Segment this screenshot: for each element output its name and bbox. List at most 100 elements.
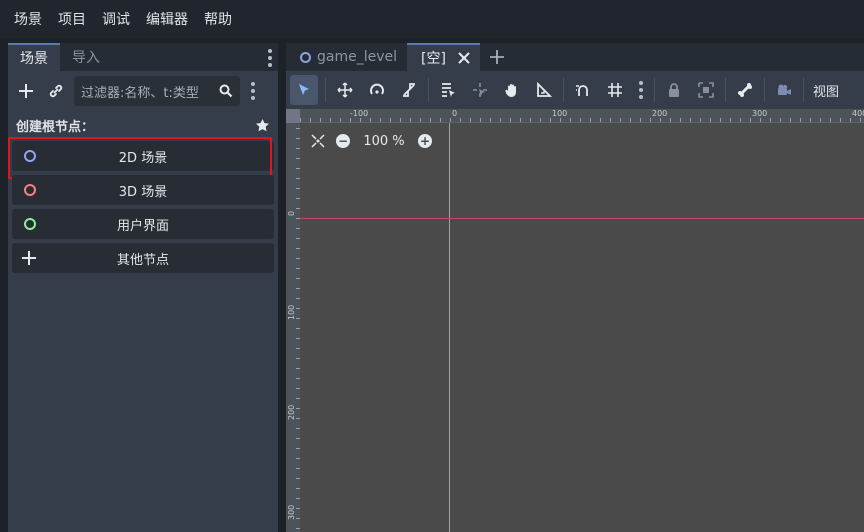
ruler-tick <box>370 118 371 122</box>
ruler-tick <box>580 118 581 122</box>
scale-tool-button[interactable] <box>393 75 425 105</box>
ruler-tick <box>350 118 351 122</box>
zoom-out-button[interactable]: − <box>336 134 350 148</box>
x-axis-line <box>300 218 864 219</box>
list-select-button[interactable] <box>432 75 464 105</box>
hand-icon <box>505 84 516 97</box>
menu-scene[interactable]: 场景 <box>6 9 50 29</box>
pivot-tool-button[interactable] <box>464 75 496 105</box>
ruler-tick <box>296 478 300 479</box>
menu-debug[interactable]: 调试 <box>94 9 138 29</box>
ruler-tick <box>330 118 331 122</box>
ruler-tool-button[interactable] <box>528 75 560 105</box>
zoom-level[interactable]: 100 % <box>360 134 408 149</box>
menu-help[interactable]: 帮助 <box>196 9 240 29</box>
ruler-tick <box>296 458 300 459</box>
ruler-tick <box>820 118 821 122</box>
view-menu-button[interactable]: 视图 <box>807 81 845 100</box>
scale-icon <box>403 83 415 97</box>
move-tool-button[interactable] <box>329 75 361 105</box>
magnet-icon <box>576 85 588 96</box>
ruler-tick <box>530 118 531 122</box>
center-view-icon[interactable] <box>310 133 326 149</box>
dock-options-icon[interactable] <box>246 82 260 100</box>
instance-scene-button[interactable] <box>44 79 68 103</box>
ruler-tick <box>380 118 381 122</box>
ruler-tick <box>860 118 861 122</box>
filter-input[interactable]: 过滤器:名称、t:类型 <box>74 76 240 106</box>
ruler-tick <box>390 118 391 122</box>
plus-icon <box>489 50 504 64</box>
ruler-tick <box>470 118 471 122</box>
ruler-tick <box>296 428 300 429</box>
ruler-tick <box>296 158 300 159</box>
ruler-top-label: 100 <box>552 109 568 118</box>
ruler-tick <box>700 118 701 122</box>
ruler-tick <box>490 118 491 122</box>
ruler-tick <box>510 118 511 122</box>
zoom-controls: − 100 % + <box>310 133 432 149</box>
tab-empty[interactable]: [空] <box>407 43 480 71</box>
add-node-button[interactable] <box>14 79 38 103</box>
rotate-tool-button[interactable] <box>361 75 393 105</box>
bone-button[interactable] <box>729 75 761 105</box>
zoom-in-button[interactable]: + <box>418 134 432 148</box>
ruler-tick <box>296 438 300 439</box>
dock-menu-icon[interactable] <box>268 49 272 67</box>
camera-button[interactable] <box>768 75 800 105</box>
plus-icon <box>19 84 33 98</box>
group-button[interactable] <box>690 75 722 105</box>
ruler-tick <box>630 118 631 122</box>
ruler-tick <box>720 118 721 122</box>
ruler-tick <box>430 118 431 122</box>
grid-snap-button[interactable] <box>599 75 631 105</box>
ruler-tick <box>296 508 300 509</box>
ruler-tick <box>296 298 300 299</box>
ruler-tick <box>480 118 481 122</box>
add-tab-button[interactable] <box>480 43 514 71</box>
snap-options-icon <box>634 81 648 99</box>
menu-editor[interactable]: 编辑器 <box>138 9 196 29</box>
ruler-tick <box>296 208 300 209</box>
ruler-tick <box>296 378 300 379</box>
ruler-tick <box>520 118 521 122</box>
canvas-toolbar: 视图 <box>286 71 864 109</box>
ruler-left-label: 300 <box>287 504 296 520</box>
canvas-viewport[interactable]: -100 0 100 200 300 400 0 100 200 300 − 1… <box>286 109 864 532</box>
tab-import[interactable]: 导入 <box>60 43 112 71</box>
scene-dock: 场景 导入 过滤器:名称、t:类型 创建根节点： 2D 场景 3D 场景 用户界… <box>8 43 278 532</box>
bone-icon <box>738 83 752 97</box>
select-tool-button[interactable] <box>290 75 318 105</box>
ruler-tick <box>460 118 461 122</box>
tab-game-level[interactable]: game_level <box>286 43 407 71</box>
root-ui-button[interactable]: 用户界面 <box>12 209 274 239</box>
lock-button[interactable] <box>658 75 690 105</box>
ruler-tick <box>296 408 300 409</box>
ruler-tick <box>320 118 321 122</box>
ruler-tick <box>296 268 300 269</box>
snap-options-button[interactable] <box>631 75 651 105</box>
ruler-tick <box>440 118 441 122</box>
ruler-tick <box>810 118 811 122</box>
move-icon <box>337 82 353 98</box>
ruler-tick <box>296 318 300 319</box>
ruler-tick <box>296 258 300 259</box>
dock-tab-bar: 场景 导入 <box>8 43 278 71</box>
tab-scene[interactable]: 场景 <box>8 43 60 71</box>
ruler-left-label: 100 <box>287 304 296 320</box>
root-other-node-button[interactable]: 其他节点 <box>12 243 274 273</box>
ruler-tick <box>840 118 841 122</box>
editor-panel: game_level [空] 视图 -100 0 100 200 300 40 … <box>286 43 864 532</box>
smart-snap-button[interactable] <box>567 75 599 105</box>
root-3d-scene-label: 3D 场景 <box>118 184 168 200</box>
star-icon[interactable] <box>255 118 270 133</box>
node2d-icon <box>300 51 311 63</box>
control-icon <box>24 218 36 230</box>
close-icon[interactable] <box>458 52 470 64</box>
pan-tool-button[interactable] <box>496 75 528 105</box>
root-3d-scene-button[interactable]: 3D 场景 <box>12 175 274 205</box>
ruler-tick <box>650 118 651 122</box>
ruler-tick <box>296 248 300 249</box>
menu-project[interactable]: 项目 <box>50 9 94 29</box>
node3d-icon <box>24 184 36 196</box>
